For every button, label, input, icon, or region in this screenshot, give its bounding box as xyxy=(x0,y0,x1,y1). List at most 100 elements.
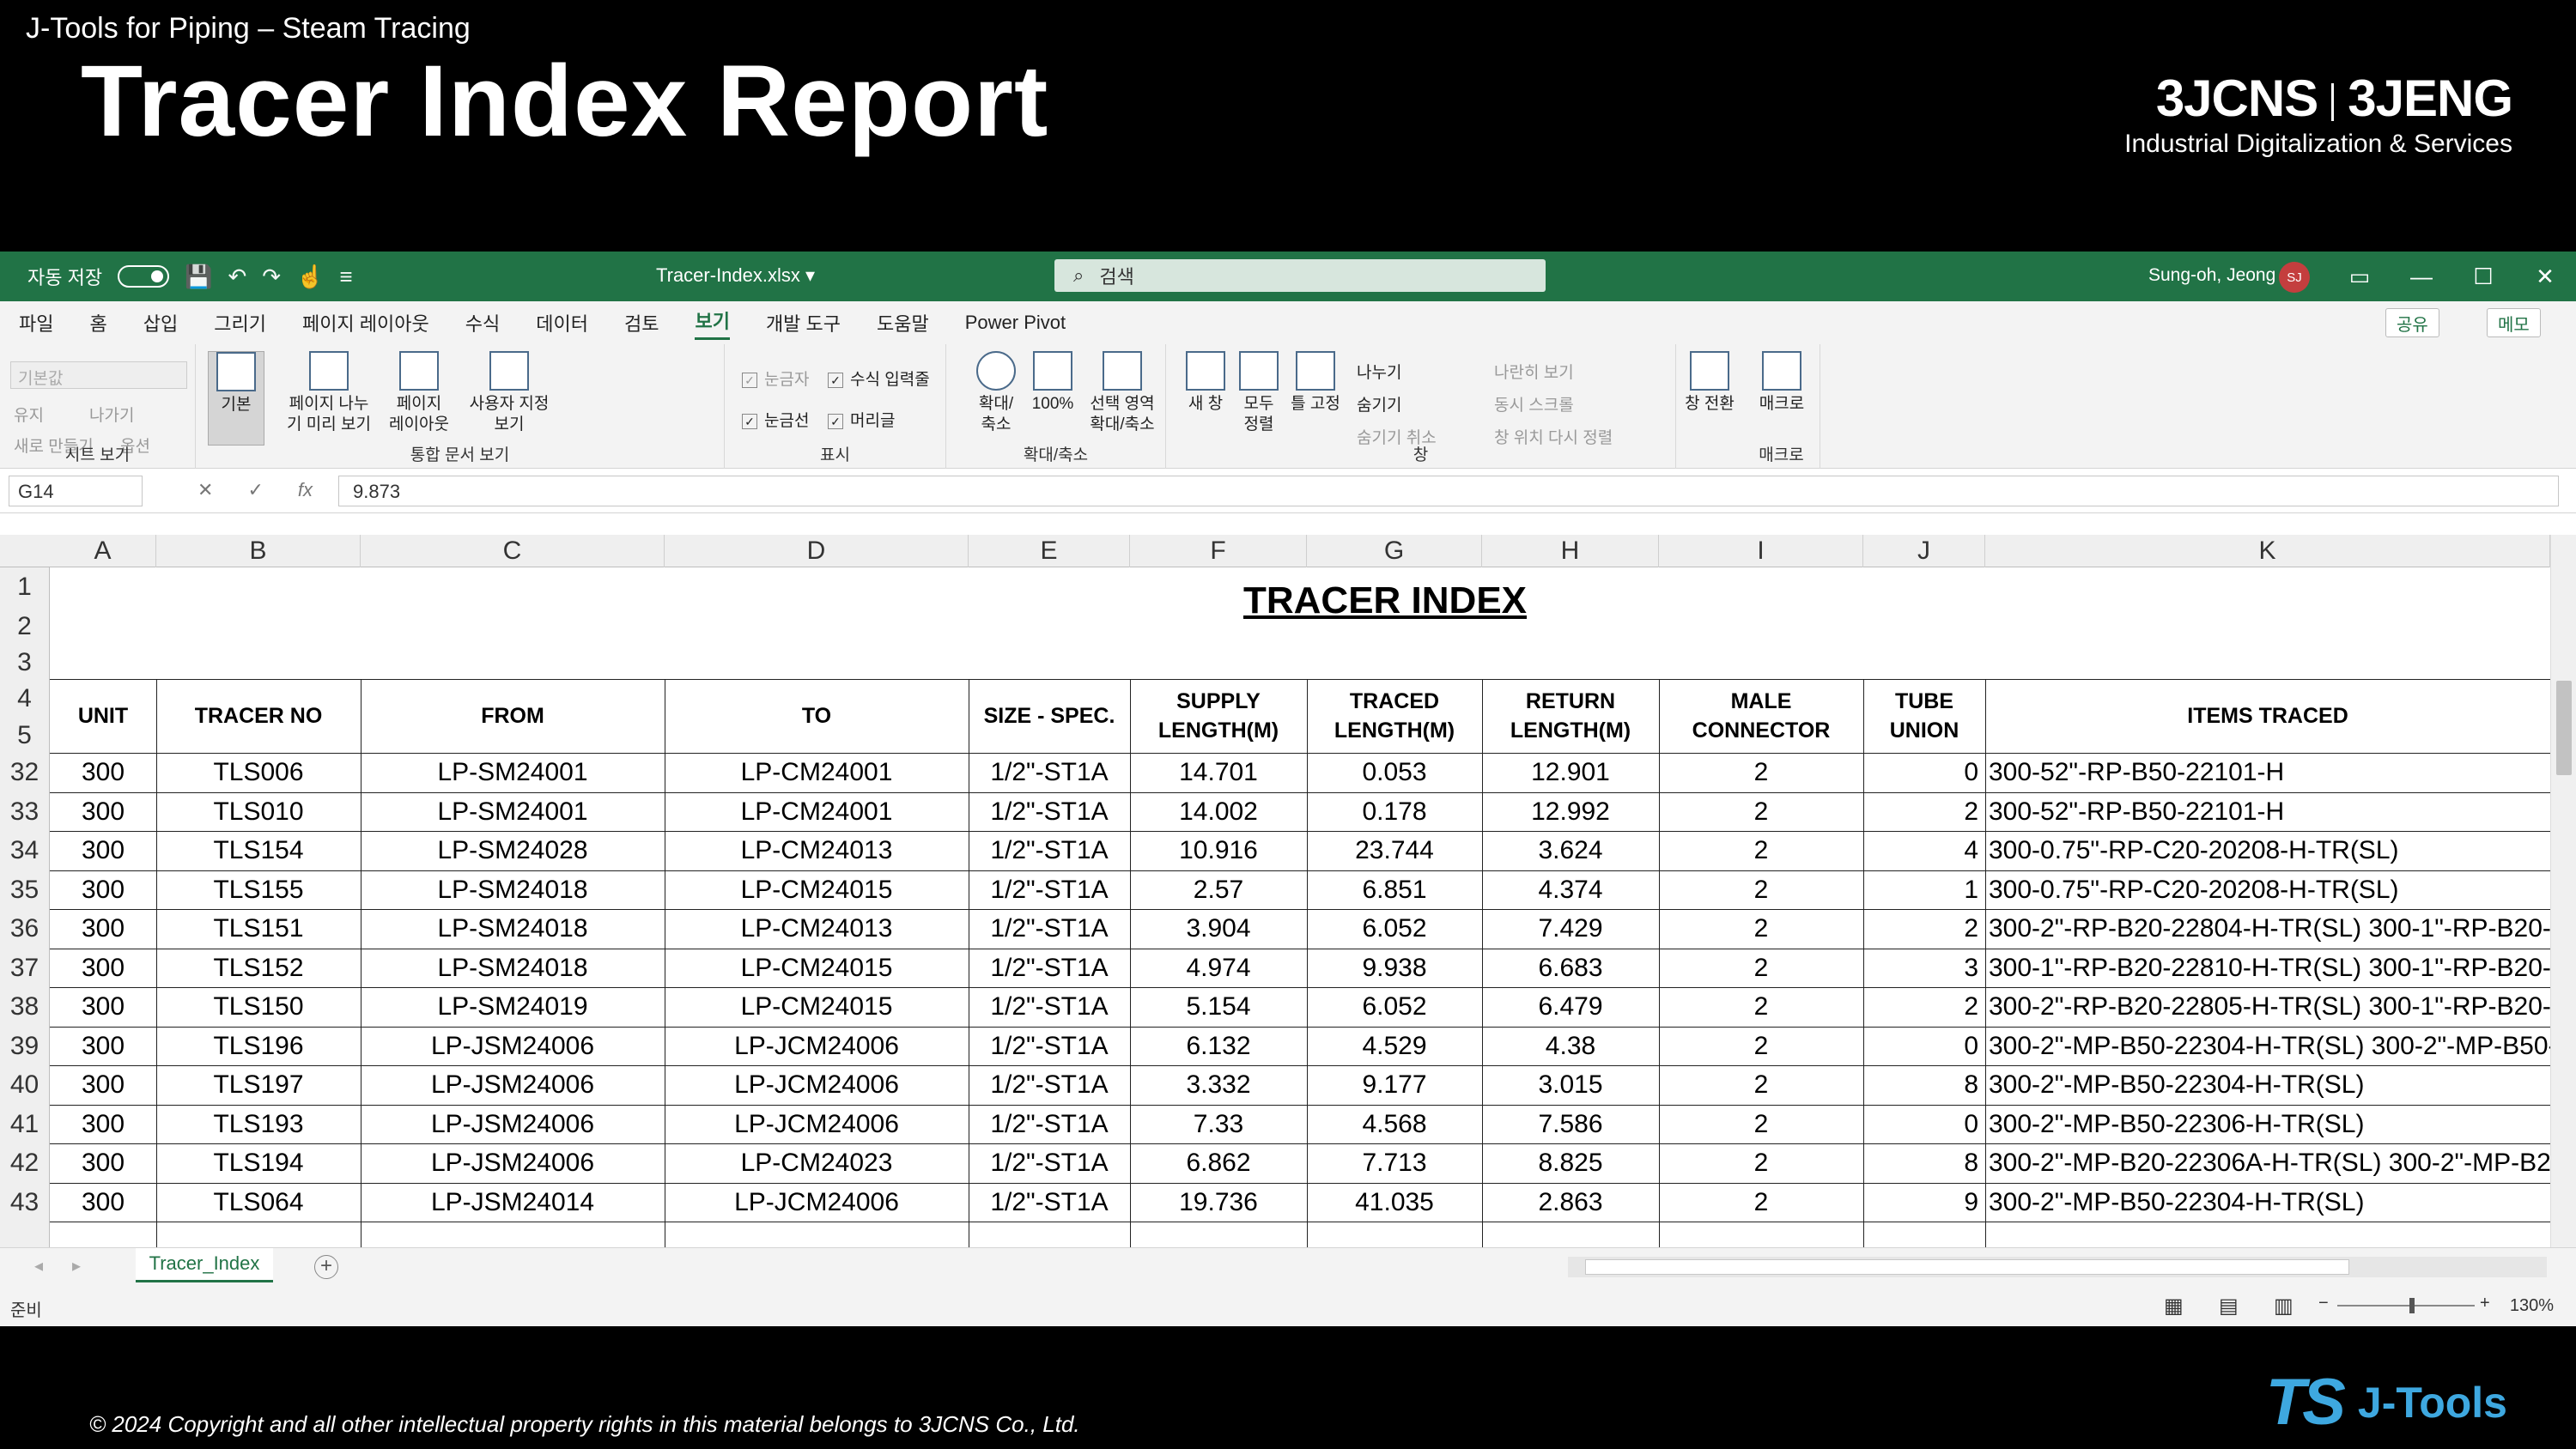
switch-windows-button[interactable]: 창 전환 xyxy=(1680,351,1740,415)
table-cell[interactable]: 3.904 xyxy=(1130,909,1307,949)
user-name[interactable]: Sung-oh, Jeong xyxy=(2148,265,2275,286)
table-cell[interactable]: 300 xyxy=(50,949,156,988)
table-cell[interactable]: LP-SM24001 xyxy=(361,792,665,832)
table-cell[interactable]: 14.701 xyxy=(1130,753,1307,792)
row-header[interactable]: 3 xyxy=(0,646,50,679)
table-cell[interactable]: 7.586 xyxy=(1482,1105,1659,1144)
table-cell[interactable]: TLS154 xyxy=(156,831,361,870)
headings-checkbox[interactable]: ✓ 머리글 xyxy=(828,408,895,431)
table-cell[interactable]: 300-2"-RP-B20-22804-H-TR(SL) 300-1"-RP-B… xyxy=(1989,909,2550,949)
table-cell[interactable]: 7.429 xyxy=(1482,909,1659,949)
cancel-icon[interactable]: ✕ xyxy=(197,479,213,501)
table-cell[interactable]: 1/2"-ST1A xyxy=(969,1065,1130,1105)
table-cell[interactable]: TLS193 xyxy=(156,1105,361,1144)
table-cell[interactable]: 5.154 xyxy=(1130,987,1307,1027)
tab-4[interactable]: 페이지 레이아웃 xyxy=(302,309,429,336)
table-cell[interactable]: 2 xyxy=(1659,1065,1863,1105)
minimize-icon[interactable]: — xyxy=(2391,252,2452,301)
table-cell[interactable]: LP-JCM24006 xyxy=(665,1027,969,1066)
table-header-cell[interactable]: ITEMS TRACED xyxy=(1985,679,2550,753)
page-layout-button[interactable]: 페이지 레이아웃 xyxy=(385,351,453,435)
zoom-selection-button[interactable]: 선택 영역 확대/축소 xyxy=(1082,351,1163,435)
row-header[interactable]: 41 xyxy=(0,1104,50,1143)
column-header[interactable]: H xyxy=(1482,535,1659,567)
tab-10[interactable]: 도움말 xyxy=(877,309,929,336)
table-cell[interactable]: 300 xyxy=(50,870,156,910)
table-cell[interactable]: 1/2"-ST1A xyxy=(969,987,1130,1027)
table-cell[interactable]: TLS064 xyxy=(156,1183,361,1222)
row-header[interactable]: 38 xyxy=(0,987,50,1027)
next-sheet-icon[interactable]: ▸ xyxy=(72,1255,81,1276)
table-cell[interactable]: 0.053 xyxy=(1307,753,1482,792)
row-header[interactable] xyxy=(0,1222,50,1247)
freeze-panes-button[interactable]: 틀 고정 xyxy=(1288,351,1343,415)
table-cell[interactable]: LP-CM24013 xyxy=(665,909,969,949)
table-cell[interactable]: 10.916 xyxy=(1130,831,1307,870)
table-cell[interactable]: LP-JCM24006 xyxy=(665,1065,969,1105)
table-cell[interactable]: 12.901 xyxy=(1482,753,1659,792)
table-cell[interactable]: 0 xyxy=(1863,1027,1978,1066)
table-header-cell[interactable]: TUBE UNION xyxy=(1863,679,1985,753)
horizontal-scroll-thumb[interactable] xyxy=(1585,1259,2349,1275)
table-cell[interactable]: 6.683 xyxy=(1482,949,1659,988)
page-layout-status-icon[interactable]: ▤ xyxy=(2219,1294,2239,1319)
table-cell[interactable]: 3.624 xyxy=(1482,831,1659,870)
table-cell[interactable]: LP-SM24018 xyxy=(361,870,665,910)
table-cell[interactable]: 1/2"-ST1A xyxy=(969,870,1130,910)
table-cell[interactable]: 2 xyxy=(1659,1105,1863,1144)
table-cell[interactable]: 6.851 xyxy=(1307,870,1482,910)
table-cell[interactable]: LP-CM24001 xyxy=(665,753,969,792)
table-cell[interactable]: LP-CM24023 xyxy=(665,1143,969,1183)
table-cell[interactable]: LP-SM24018 xyxy=(361,909,665,949)
table-cell[interactable]: LP-CM24013 xyxy=(665,831,969,870)
table-cell[interactable]: TLS010 xyxy=(156,792,361,832)
normal-view-status-icon[interactable]: ▦ xyxy=(2164,1294,2184,1319)
touch-mode-icon[interactable]: ☝ xyxy=(296,264,324,290)
column-header[interactable]: A xyxy=(50,535,156,567)
table-cell[interactable]: LP-JSM24006 xyxy=(361,1065,665,1105)
table-cell[interactable]: 4.529 xyxy=(1307,1027,1482,1066)
table-cell[interactable]: TLS151 xyxy=(156,909,361,949)
table-cell[interactable]: 1/2"-ST1A xyxy=(969,1027,1130,1066)
sheet-title[interactable]: TRACER INDEX xyxy=(1243,579,1527,622)
memo-button[interactable]: 메모 xyxy=(2487,308,2541,337)
tab-3[interactable]: 그리기 xyxy=(214,309,266,336)
name-box[interactable]: G14 xyxy=(9,476,143,506)
zoom-out-icon[interactable]: − xyxy=(2318,1294,2329,1313)
table-cell[interactable]: 23.744 xyxy=(1307,831,1482,870)
table-cell[interactable]: 3 xyxy=(1863,949,1978,988)
table-cell[interactable]: 2 xyxy=(1659,753,1863,792)
table-cell[interactable]: 2.57 xyxy=(1130,870,1307,910)
vertical-scroll-thumb[interactable] xyxy=(2556,681,2572,775)
zoom-100-button[interactable]: 100% xyxy=(1027,351,1078,415)
table-cell[interactable]: 4.38 xyxy=(1482,1027,1659,1066)
table-cell[interactable]: 300-2"-MP-B50-22304-H-TR(SL) xyxy=(1989,1183,2550,1222)
table-cell[interactable]: 1 xyxy=(1863,870,1978,910)
table-cell[interactable]: TLS152 xyxy=(156,949,361,988)
row-header[interactable]: 42 xyxy=(0,1143,50,1183)
table-cell[interactable]: 300 xyxy=(50,909,156,949)
table-cell[interactable]: 2 xyxy=(1863,792,1978,832)
table-cell[interactable]: 300-2"-MP-B50-22304-H-TR(SL) xyxy=(1989,1065,2550,1105)
table-cell[interactable]: 300-1"-RP-B20-22810-H-TR(SL) 300-1"-RP-B… xyxy=(1989,949,2550,988)
autosave-toggle[interactable] xyxy=(118,265,170,288)
search-input[interactable]: ⌕ 검색 xyxy=(1054,259,1546,292)
prev-sheet-icon[interactable]: ◂ xyxy=(34,1255,43,1276)
row-header[interactable]: 5 xyxy=(0,718,50,753)
tab-5[interactable]: 수식 xyxy=(465,309,500,336)
table-header-cell[interactable]: TRACED LENGTH(M) xyxy=(1307,679,1482,753)
add-sheet-button[interactable]: + xyxy=(314,1255,338,1279)
row-header[interactable]: 35 xyxy=(0,870,50,909)
table-cell[interactable]: 3.015 xyxy=(1482,1065,1659,1105)
table-cell[interactable]: TLS006 xyxy=(156,753,361,792)
table-cell[interactable]: 300 xyxy=(50,1143,156,1183)
table-cell[interactable]: 300-2"-RP-B20-22805-H-TR(SL) 300-1"-RP-B… xyxy=(1989,987,2550,1027)
table-cell[interactable]: 300 xyxy=(50,753,156,792)
zoom-level[interactable]: 130% xyxy=(2510,1296,2554,1316)
table-cell[interactable]: 19.736 xyxy=(1130,1183,1307,1222)
table-header-cell[interactable]: FROM xyxy=(361,679,665,753)
table-cell[interactable]: LP-CM24015 xyxy=(665,949,969,988)
table-cell[interactable]: 300-52"-RP-B50-22101-H xyxy=(1989,792,2550,832)
avatar[interactable]: SJ xyxy=(2279,262,2310,293)
zoom-button[interactable]: 확대/축소 xyxy=(972,351,1020,435)
